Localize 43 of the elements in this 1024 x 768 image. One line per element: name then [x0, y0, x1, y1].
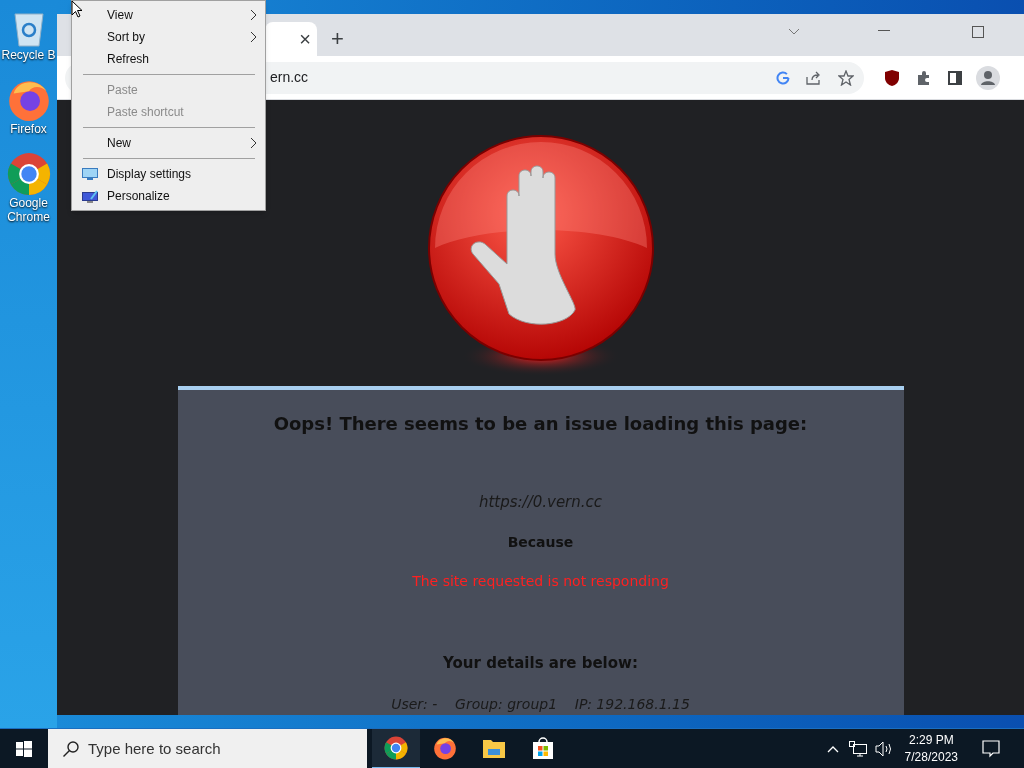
menu-item[interactable]: Personalize — [72, 185, 265, 207]
details-heading: Your details are below: — [443, 652, 638, 674]
monitor-icon — [82, 168, 98, 180]
google-icon[interactable] — [776, 70, 790, 85]
search-icon — [62, 739, 80, 758]
user-details: User: - Group: group1 IP: 192.168.1.15 — [391, 695, 690, 714]
network-icon[interactable] — [848, 740, 867, 757]
profile-icon[interactable] — [976, 65, 1000, 90]
browser-tab[interactable]: × — [265, 22, 317, 56]
error-heading: Oops! There seems to be an issue loading this page: — [273, 412, 808, 436]
requested-url: https://0.vern.cc — [478, 492, 603, 513]
chevron-right-icon — [250, 9, 257, 21]
tab-close-button[interactable]: × — [299, 29, 311, 49]
menu-item[interactable]: Display settings — [72, 163, 265, 185]
firefox-icon — [433, 735, 457, 760]
taskbar-app[interactable] — [372, 728, 420, 768]
maximize-icon[interactable] — [972, 26, 984, 38]
chevron-right-icon — [250, 31, 257, 43]
mouse-pointer-icon — [71, 0, 83, 19]
star-icon[interactable] — [838, 69, 854, 86]
notification-icon[interactable] — [982, 739, 1000, 758]
puzzle-icon[interactable] — [916, 69, 932, 86]
clock[interactable]: 2:29 PM 7/28/2023 — [898, 731, 964, 766]
chrome-icon — [384, 735, 408, 760]
chevron-right-icon — [250, 137, 257, 149]
menu-item[interactable]: New — [72, 132, 265, 154]
chevron-up-icon[interactable] — [826, 744, 839, 753]
desktop-icon-label[interactable]: Firefox — [0, 122, 57, 136]
volume-icon[interactable] — [874, 740, 893, 757]
personalize-icon — [82, 189, 98, 203]
firefox-icon — [6, 78, 51, 122]
store-icon — [532, 735, 554, 760]
shield-icon[interactable] — [884, 68, 900, 87]
tab-search-icon[interactable] — [788, 28, 800, 36]
error-reason: The site requested is not responding — [412, 571, 669, 591]
new-tab-button[interactable]: + — [331, 28, 344, 50]
chrome-icon — [6, 152, 51, 196]
minimize-icon[interactable] — [878, 30, 890, 32]
because-label: Because — [507, 532, 574, 552]
desktop-icon-label[interactable]: Recycle B — [0, 48, 57, 62]
side-panel-icon[interactable] — [948, 70, 962, 85]
menu-item[interactable]: Sort by — [72, 26, 265, 48]
share-icon[interactable] — [806, 70, 822, 85]
